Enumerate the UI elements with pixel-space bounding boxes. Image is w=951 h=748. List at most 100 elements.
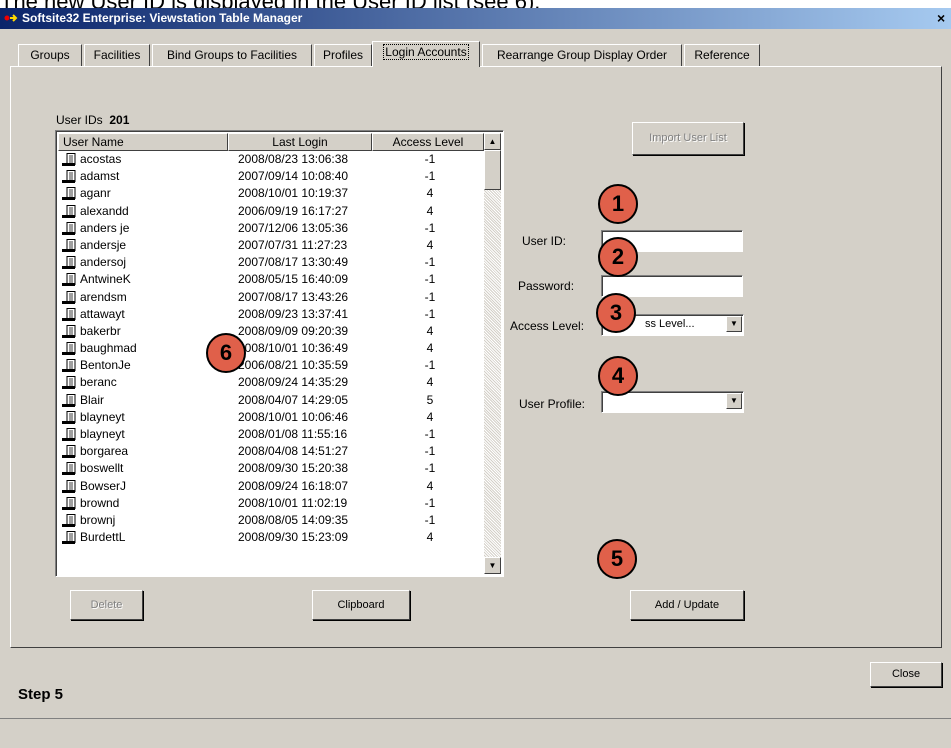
callout-4: 4 — [598, 356, 638, 396]
close-window-icon[interactable]: × — [937, 10, 951, 26]
table-row[interactable]: beranc 2008/09/24 14:35:29 4 — [58, 374, 484, 391]
user-record-icon — [62, 359, 76, 373]
table-row[interactable]: andersje 2007/07/31 11:27:23 4 — [58, 237, 484, 254]
close-button[interactable]: Close — [870, 662, 942, 687]
access-level-cell: -1 — [424, 358, 436, 373]
table-row[interactable]: AntwineK 2008/05/15 16:40:09 -1 — [58, 271, 484, 288]
user-name-cell: acostas — [80, 152, 122, 166]
tab-reference[interactable]: Reference — [684, 44, 760, 67]
tab-groups[interactable]: Groups — [18, 44, 82, 67]
user-record-icon — [62, 187, 76, 201]
callout-6: 6 — [206, 333, 246, 373]
tab-rearrange-group-display-order[interactable]: Rearrange Group Display Order — [482, 44, 682, 67]
chevron-down-icon[interactable]: ▼ — [726, 393, 742, 409]
access-level-cell: 4 — [426, 323, 434, 338]
table-row[interactable]: baughmad 2008/10/01 10:36:49 4 — [58, 340, 484, 357]
window-title: Softsite32 Enterprise: Viewstation Table… — [22, 11, 303, 25]
table-row[interactable]: boswellt 2008/09/30 15:20:38 -1 — [58, 460, 484, 477]
user-name-cell: adamst — [80, 169, 120, 184]
access-level-cell: -1 — [424, 152, 436, 166]
last-login-cell: 2008/10/01 10:06:46 — [238, 409, 349, 424]
bottom-bar — [0, 718, 951, 748]
password-label: Password: — [518, 279, 575, 293]
tab-bind-groups[interactable]: Bind Groups to Facilities — [152, 44, 312, 67]
last-login-cell: 2008/08/05 14:09:35 — [238, 512, 349, 527]
last-login-cell: 2008/09/30 15:20:38 — [238, 461, 349, 476]
table-row[interactable]: blayneyt 2008/10/01 10:06:46 4 — [58, 409, 484, 426]
tab-label: Rearrange Group Display Order — [496, 48, 668, 62]
user-name-cell: brownd — [80, 495, 120, 510]
table-row[interactable]: blayneyt 2008/01/08 11:55:16 -1 — [58, 426, 484, 443]
user-name-cell: alexandd — [80, 203, 129, 218]
tab-label: Login Accounts — [383, 44, 469, 60]
scroll-thumb[interactable] — [484, 150, 501, 190]
tab-profiles[interactable]: Profiles — [314, 44, 372, 67]
user-ids-label: User IDs 201 — [56, 113, 129, 127]
user-name-cell: blayneyt — [80, 409, 125, 424]
user-list-rows: acostas 2008/08/23 13:06:38 -1 adamst 2007/0… — [58, 151, 484, 546]
table-row[interactable]: BurdettL 2008/09/30 15:23:09 4 — [58, 529, 484, 546]
access-level-cell: 5 — [426, 392, 434, 407]
table-row[interactable]: BowserJ 2008/09/24 16:18:07 4 — [58, 478, 484, 495]
last-login-cell: 2007/12/06 13:05:36 — [238, 220, 349, 235]
user-name-cell: borgarea — [80, 444, 129, 459]
column-header-user-name[interactable]: User Name — [58, 133, 228, 151]
user-record-icon — [62, 153, 76, 166]
user-record-icon — [62, 410, 76, 424]
list-scrollbar[interactable]: ▲ ▼ — [484, 133, 501, 574]
title-bar: Softsite32 Enterprise: Viewstation Table… — [0, 8, 951, 29]
user-name-cell: andersoj — [80, 255, 127, 270]
scroll-down-icon[interactable]: ▼ — [484, 557, 501, 574]
column-header-access-level[interactable]: Access Level — [372, 133, 484, 151]
chevron-down-icon[interactable]: ▼ — [726, 316, 742, 332]
user-name-cell: bakerbr — [80, 323, 121, 338]
last-login-cell: 2008/08/23 13:06:38 — [238, 152, 349, 166]
add-update-button[interactable]: Add / Update — [630, 590, 744, 620]
user-record-icon — [62, 342, 76, 356]
table-row[interactable]: andersoj 2007/08/17 13:30:49 -1 — [58, 254, 484, 271]
table-row[interactable]: anders je 2007/12/06 13:05:36 -1 — [58, 220, 484, 237]
table-row[interactable]: brownj 2008/08/05 14:09:35 -1 — [58, 512, 484, 529]
tab-facilities[interactable]: Facilities — [84, 44, 150, 67]
table-row[interactable]: bakerbr 2008/09/09 09:20:39 4 — [58, 323, 484, 340]
tab-login-accounts[interactable]: Login Accounts — [372, 41, 480, 67]
delete-button[interactable]: Delete — [70, 590, 143, 620]
last-login-cell: 2008/05/15 16:40:09 — [238, 272, 349, 287]
user-record-icon — [62, 204, 76, 218]
user-list[interactable]: User Name Last Login Access Level acosta… — [55, 130, 504, 577]
table-row[interactable]: Blair 2008/04/07 14:29:05 5 — [58, 392, 484, 409]
import-user-list-button[interactable]: Import User List — [632, 122, 744, 155]
access-level-cell: -1 — [424, 255, 436, 270]
callout-5: 5 — [597, 539, 637, 579]
user-record-icon — [62, 238, 76, 252]
user-name-cell: BentonJe — [80, 358, 131, 373]
scroll-up-icon[interactable]: ▲ — [484, 133, 501, 150]
access-level-cell: -1 — [424, 306, 436, 321]
user-record-icon — [62, 290, 76, 304]
table-row[interactable]: attawayt 2008/09/23 13:37:41 -1 — [58, 306, 484, 323]
user-record-icon — [62, 376, 76, 390]
table-row[interactable]: aganr 2008/10/01 10:19:37 4 — [58, 185, 484, 202]
table-row[interactable]: BentonJe 2006/08/21 10:35:59 -1 — [58, 357, 484, 374]
access-level-cell: 4 — [426, 203, 434, 218]
user-record-icon — [62, 273, 76, 287]
last-login-cell: 2008/09/30 15:23:09 — [238, 530, 349, 545]
column-header-last-login[interactable]: Last Login — [228, 133, 372, 151]
user-name-cell: anders je — [80, 220, 130, 235]
step-label: Step 5 — [18, 686, 64, 703]
access-level-cell: 4 — [426, 530, 434, 545]
table-row[interactable]: adamst 2007/09/14 10:08:40 -1 — [58, 168, 484, 185]
tab-label: Bind Groups to Facilities — [166, 48, 298, 62]
table-row[interactable]: brownd 2008/10/01 11:02:19 -1 — [58, 495, 484, 512]
clipboard-button[interactable]: Clipboard — [312, 590, 410, 620]
user-name-cell: beranc — [80, 375, 117, 390]
table-row[interactable]: borgarea 2008/04/08 14:51:27 -1 — [58, 443, 484, 460]
table-row[interactable]: arendsm 2007/08/17 13:43:26 -1 — [58, 289, 484, 306]
user-record-icon — [62, 393, 76, 407]
callout-1: 1 — [598, 184, 638, 224]
table-row[interactable]: acostas 2008/08/23 13:06:38 -1 — [58, 151, 484, 168]
access-level-cell: -1 — [424, 169, 436, 184]
table-row[interactable]: alexandd 2006/09/19 16:17:27 4 — [58, 203, 484, 220]
user-name-cell: BurdettL — [80, 530, 126, 545]
last-login-cell: 2007/07/31 11:27:23 — [238, 237, 348, 252]
